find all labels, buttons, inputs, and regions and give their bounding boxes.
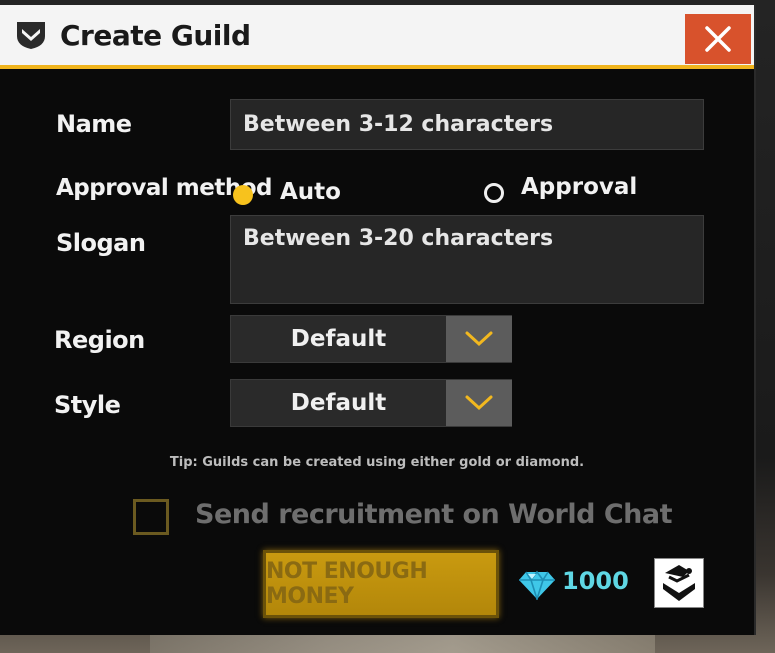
region-label: Region: [54, 326, 145, 354]
tip-text: Tip: Guilds can be created using either …: [169, 455, 585, 470]
create-guild-button[interactable]: NOT ENOUGH MONEY: [263, 550, 499, 618]
guild-name-input[interactable]: [230, 99, 704, 150]
recruitment-label: Send recruitment on World Chat: [195, 499, 673, 530]
diamond-icon: [519, 570, 555, 600]
region-dropdown-button[interactable]: [446, 316, 512, 362]
dialog-title: Create Guild: [60, 19, 251, 52]
guild-badge-button[interactable]: [654, 558, 704, 608]
close-icon: [705, 26, 731, 52]
close-button[interactable]: [685, 14, 751, 64]
dialog-titlebar: Create Guild: [0, 5, 754, 69]
style-dropdown-button[interactable]: [446, 380, 512, 426]
guild-badge-icon: [663, 565, 695, 601]
style-label: Style: [54, 391, 121, 419]
slogan-label: Slogan: [56, 229, 146, 257]
recruitment-checkbox[interactable]: [133, 499, 169, 535]
region-select[interactable]: Default: [230, 315, 512, 363]
radio-auto-label: Auto: [280, 179, 341, 205]
style-value: Default: [290, 390, 387, 416]
radio-auto[interactable]: [233, 185, 253, 205]
guild-shield-icon: [17, 22, 45, 49]
region-value: Default: [290, 326, 387, 352]
chevron-down-icon: [465, 331, 493, 347]
radio-approval[interactable]: [484, 183, 504, 203]
name-label: Name: [56, 110, 132, 138]
chevron-down-icon: [465, 395, 493, 411]
slogan-input[interactable]: [230, 215, 704, 304]
create-guild-dialog: Create Guild Name Approval method Auto A…: [0, 5, 756, 635]
radio-approval-label: Approval: [521, 174, 638, 200]
diamond-count: 1000: [562, 567, 629, 595]
style-select[interactable]: Default: [230, 379, 512, 427]
